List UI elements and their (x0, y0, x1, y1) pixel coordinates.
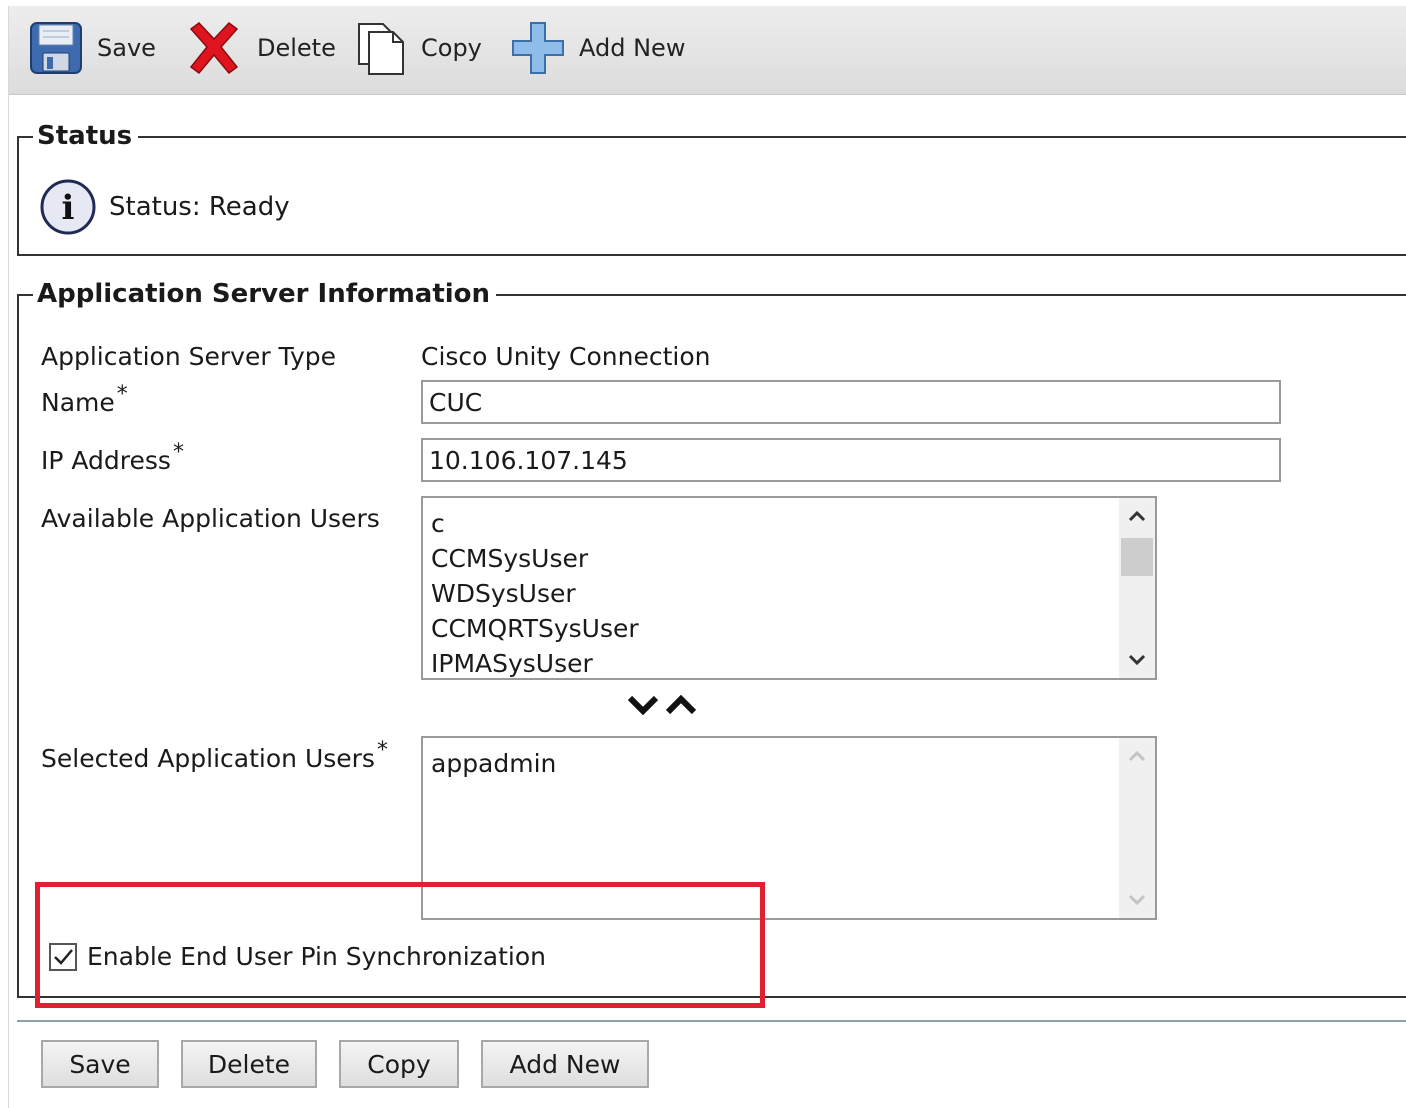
available-users-label: Available Application Users (41, 504, 380, 533)
footer-save-button[interactable]: Save (41, 1040, 159, 1088)
toolbar: Save Delete Copy Add New (9, 6, 1406, 95)
scroll-down-button[interactable] (1119, 882, 1155, 918)
toolbar-delete-button[interactable]: Delete (185, 18, 336, 78)
scroll-thumb[interactable] (1121, 538, 1153, 576)
copy-icon (358, 23, 404, 75)
server-type-label: Application Server Type (41, 342, 336, 371)
list-item[interactable]: WDSysUser (431, 576, 639, 611)
chevron-up-icon (1128, 750, 1146, 762)
list-item[interactable]: CCMSysUser (431, 541, 639, 576)
chevron-down-icon (1128, 894, 1146, 906)
app-server-config-page: Save Delete Copy Add New Status i Status… (8, 6, 1406, 1108)
name-label: Name* (41, 382, 128, 417)
selected-users-label: Selected Application Users* (41, 738, 388, 773)
required-marker: * (172, 440, 184, 465)
footer-add-new-button[interactable]: Add New (481, 1040, 649, 1088)
chevron-up-icon (1128, 510, 1146, 522)
move-users-arrows (627, 694, 697, 716)
available-users-scrollbar[interactable] (1119, 498, 1155, 678)
ip-address-label: IP Address* (41, 440, 184, 475)
list-item[interactable]: IPMASysUser (431, 646, 639, 678)
footer-divider (17, 1020, 1406, 1022)
footer-copy-button[interactable]: Copy (339, 1040, 459, 1088)
save-icon (30, 22, 82, 74)
list-item[interactable]: c (431, 506, 639, 541)
move-up-arrow-icon[interactable] (665, 694, 697, 716)
footer-delete-button[interactable]: Delete (181, 1040, 317, 1088)
server-type-value: Cisco Unity Connection (421, 342, 711, 371)
toolbar-save-button[interactable]: Save (29, 18, 156, 78)
status-section: Status i Status: Ready (17, 120, 1406, 256)
list-item[interactable]: appadmin (431, 746, 556, 781)
list-item[interactable]: CCMQRTSysUser (431, 611, 639, 646)
required-marker: * (376, 738, 388, 763)
chevron-down-icon (1128, 654, 1146, 666)
info-icon: i (40, 179, 96, 235)
highlight-annotation-box (35, 882, 765, 1008)
status-text: Status: Ready (109, 192, 290, 222)
scroll-up-button[interactable] (1119, 498, 1155, 534)
app-server-legend: Application Server Information (33, 278, 497, 310)
toolbar-copy-button[interactable]: Copy (355, 18, 482, 78)
toolbar-add-new-button[interactable]: Add New (511, 18, 685, 78)
required-marker: * (116, 382, 128, 407)
name-input[interactable] (421, 380, 1281, 424)
selected-users-scrollbar[interactable] (1119, 738, 1155, 918)
toolbar-save-label: Save (97, 34, 156, 62)
ip-address-input[interactable] (421, 438, 1281, 482)
add-plus-icon (512, 22, 564, 74)
move-down-arrow-icon[interactable] (627, 694, 659, 716)
delete-x-icon (189, 21, 239, 75)
svg-text:i: i (62, 188, 75, 228)
toolbar-delete-label: Delete (257, 34, 336, 62)
available-users-list[interactable]: c CCMSysUser WDSysUser CCMQRTSysUser IPMASys… (421, 496, 1157, 680)
scroll-down-button[interactable] (1119, 642, 1155, 678)
status-legend: Status (33, 120, 139, 152)
toolbar-copy-label: Copy (421, 34, 482, 62)
scroll-up-button[interactable] (1119, 738, 1155, 774)
toolbar-add-new-label: Add New (579, 34, 686, 62)
